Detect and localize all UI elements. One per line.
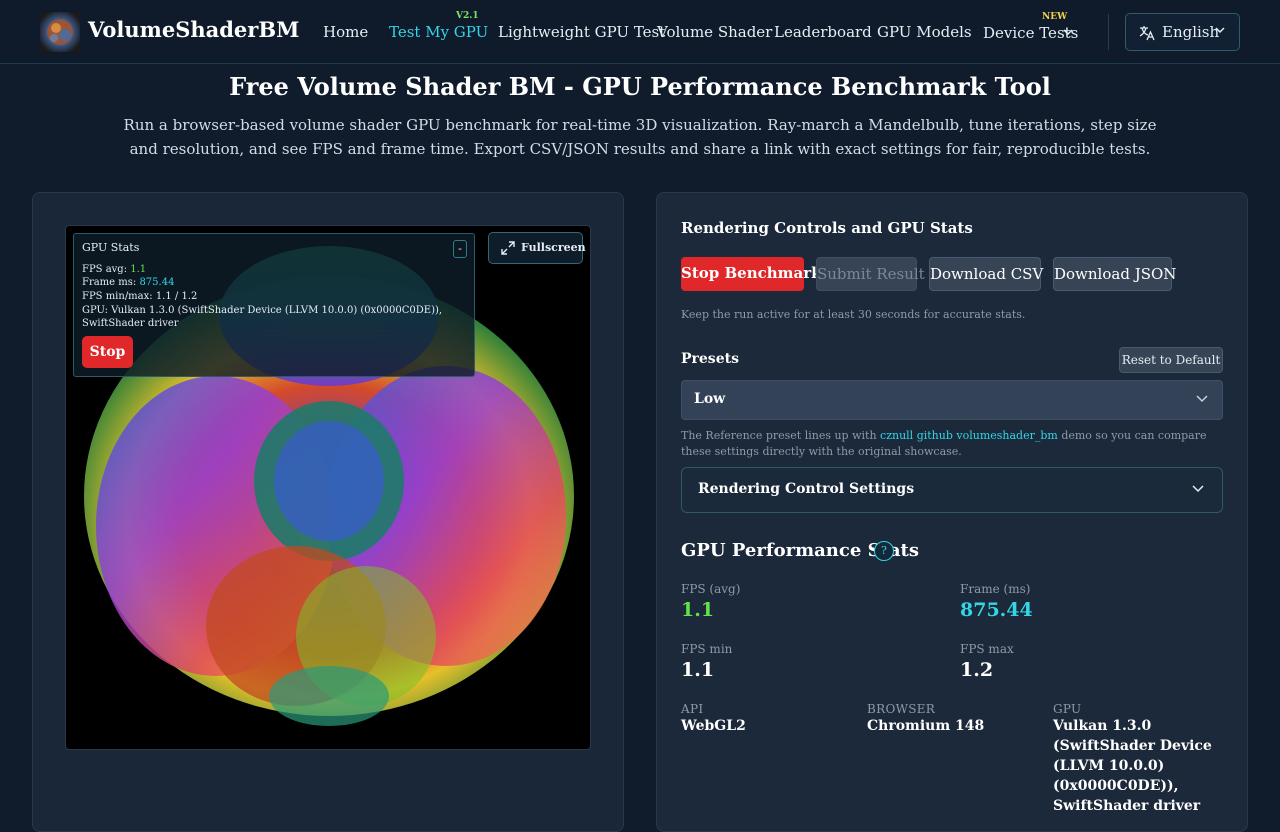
nav-divider (1108, 14, 1109, 50)
controls-title: Rendering Controls and GPU Stats (681, 219, 973, 237)
version-badge: V2.1 (456, 11, 479, 21)
cznull-github-link[interactable]: cznull github volumeshader_bm (880, 429, 1058, 442)
run-hint: Keep the run active for at least 30 seco… (681, 308, 1026, 321)
overlay-fps-minmax: FPS min/max: 1.1 / 1.2 (82, 291, 198, 302)
preset-select[interactable]: Low (681, 380, 1223, 420)
gpu-label: GPU (1053, 702, 1082, 716)
reference-note: The Reference preset lines up with cznul… (681, 429, 1207, 458)
logo-image[interactable] (40, 12, 80, 52)
download-csv-button[interactable]: Download CSV (929, 257, 1043, 291)
chevron-down-icon (1192, 485, 1204, 493)
preset-value: Low (694, 391, 726, 407)
overlay-frame-ms: Frame ms: 875.44 (82, 277, 175, 288)
frame-ms-value: 875.44 (960, 599, 1033, 621)
expand-icon (501, 241, 515, 255)
nav-home[interactable]: Home (323, 23, 368, 41)
accordion-label: Rendering Control Settings (698, 481, 915, 497)
browser-label: BROWSER (867, 702, 936, 716)
browser-value: Chromium 148 (867, 718, 985, 734)
fps-max-label: FPS max (960, 642, 1014, 656)
translate-icon (1139, 26, 1155, 41)
overlay-frame-ms-value: 875.44 (139, 277, 175, 288)
fullscreen-button[interactable]: Fullscreen (488, 232, 586, 264)
page-title: Free Volume Shader BM - GPU Performance … (229, 72, 1051, 101)
api-value: WebGL2 (681, 718, 746, 734)
nav-gpu-models[interactable]: GPU Models (877, 23, 972, 41)
stop-benchmark-button[interactable]: Stop Benchmark (681, 257, 822, 291)
nav-volume-shader[interactable]: Volume Shader (657, 23, 772, 41)
fps-min-label: FPS min (681, 642, 733, 656)
help-icon[interactable]: ? (874, 541, 894, 561)
language-label: English (1162, 23, 1220, 41)
chevron-down-icon (1215, 27, 1225, 34)
overlay-gpu: GPU: Vulkan 1.3.0 (SwiftShader Device (L… (82, 305, 443, 329)
gpu-value: Vulkan 1.3.0 (SwiftShader Device (LLVM 1… (1053, 718, 1212, 814)
fps-max-value: 1.2 (960, 659, 994, 681)
minimize-button[interactable]: - (453, 240, 467, 258)
chevron-down-icon[interactable] (1063, 29, 1073, 36)
top-navbar: VolumeShaderBM Home Test My GPU V2.1 Lig… (0, 0, 1280, 64)
nav-lightweight-gpu-test[interactable]: Lightweight GPU Test (498, 23, 665, 41)
submit-result-button[interactable]: Submit Result (816, 257, 925, 291)
overlay-fps-avg-value: 1.1 (130, 264, 147, 275)
rendering-settings-accordion[interactable]: Rendering Control Settings (681, 467, 1223, 513)
language-selector[interactable]: English (1125, 13, 1240, 51)
chevron-down-icon (1196, 395, 1208, 403)
fullscreen-label: Fullscreen (521, 241, 586, 254)
new-badge: NEW (1042, 12, 1068, 22)
overlay-fps-avg: FPS avg: 1.1 (82, 264, 147, 275)
reset-to-default-button[interactable]: Reset to Default (1119, 347, 1223, 373)
fps-avg-label: FPS (avg) (681, 582, 741, 596)
nav-leaderboard[interactable]: Leaderboard (774, 23, 872, 41)
presets-label: Presets (681, 351, 739, 367)
download-json-button[interactable]: Download JSON (1053, 257, 1176, 291)
fps-min-value: 1.1 (681, 659, 715, 681)
api-label: API (681, 702, 704, 716)
page-description: Run a browser-based volume shader GPU be… (123, 116, 1157, 158)
gpu-stats-overlay: GPU Stats - FPS avg: 1.1 Frame ms: 875.4… (73, 233, 475, 377)
brand-name[interactable]: VolumeShaderBM (88, 17, 299, 42)
nav-test-my-gpu[interactable]: Test My GPU (389, 23, 488, 41)
stop-button[interactable]: Stop (82, 336, 133, 368)
overlay-title: GPU Stats (82, 241, 140, 254)
frame-ms-label: Frame (ms) (960, 582, 1031, 596)
fps-avg-value: 1.1 (681, 599, 715, 621)
